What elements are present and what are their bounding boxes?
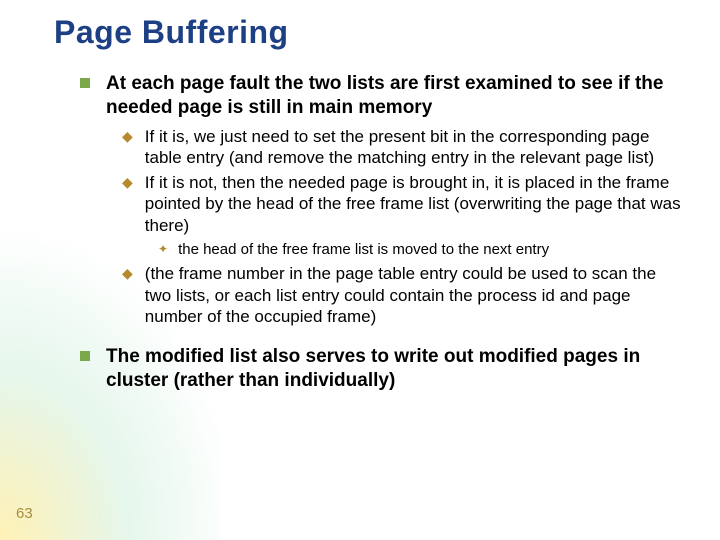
diamond-bullet-icon: ◆ [122, 174, 133, 236]
slide: Page Buffering At each page fault the tw… [0, 0, 720, 540]
star-bullet-icon: ✦ [158, 242, 168, 260]
bullet-level2: ◆ If it is, we just need to set the pres… [122, 126, 686, 169]
square-bullet-icon [80, 78, 90, 88]
square-bullet-icon [80, 351, 90, 361]
bullet-level1: At each page fault the two lists are fir… [80, 72, 686, 120]
diamond-bullet-icon: ◆ [122, 128, 133, 169]
bullet-level1: The modified list also serves to write o… [80, 345, 686, 393]
diamond-bullet-icon: ◆ [122, 265, 133, 327]
bullet-level2: ◆ (the frame number in the page table en… [122, 263, 686, 327]
slide-body: At each page fault the two lists are fir… [80, 72, 686, 399]
bullet-text: At each page fault the two lists are fir… [106, 72, 686, 120]
bullet-text: (the frame number in the page table entr… [145, 263, 686, 327]
spacer [80, 331, 686, 345]
bullet-level3: ✦ the head of the free frame list is mov… [158, 240, 686, 260]
page-number: 63 [16, 505, 33, 522]
slide-title: Page Buffering [54, 14, 289, 51]
bullet-text: The modified list also serves to write o… [106, 345, 686, 393]
bullet-text: If it is, we just need to set the presen… [145, 126, 686, 169]
bullet-level2: ◆ If it is not, then the needed page is … [122, 172, 686, 236]
bullet-text: If it is not, then the needed page is br… [145, 172, 686, 236]
bullet-text: the head of the free frame list is moved… [178, 240, 549, 260]
